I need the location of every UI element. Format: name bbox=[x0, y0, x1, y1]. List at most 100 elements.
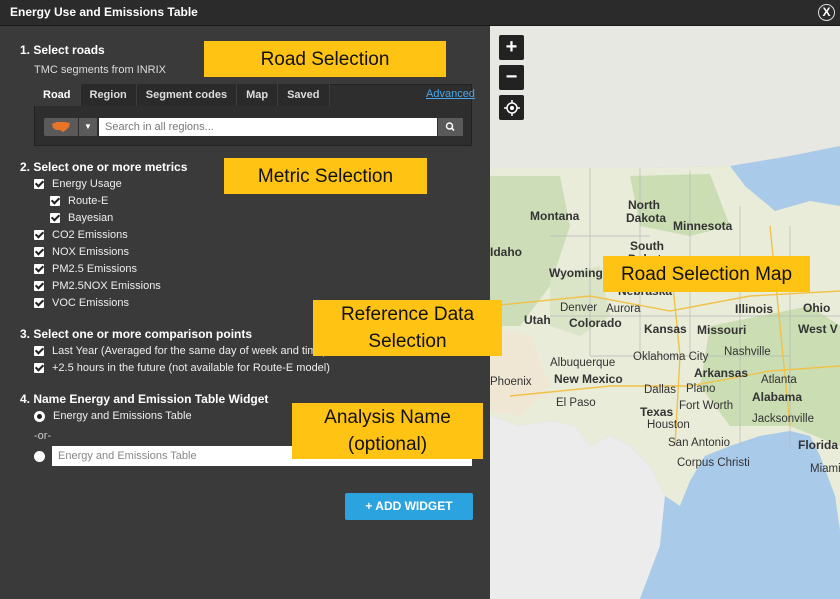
comparison-future[interactable]: +2.5 hours in the future (not available … bbox=[34, 362, 330, 374]
metric-pm25[interactable]: PM2.5 Emissions bbox=[34, 263, 137, 275]
window-titlebar: Energy Use and Emissions Table X bbox=[0, 0, 840, 26]
metric-label: Bayesian bbox=[68, 212, 114, 224]
tab-segment-codes[interactable]: Segment codes bbox=[136, 84, 238, 106]
map-label-city: San Antonio bbox=[668, 437, 731, 449]
road-selection-map[interactable]: + − Montana North Dakota Minnesota South… bbox=[490, 26, 840, 599]
zoom-in-button[interactable]: + bbox=[499, 35, 524, 60]
map-label-state: Illinois bbox=[735, 302, 774, 316]
map-label-state: Dakota bbox=[626, 211, 667, 225]
map-label-state: South bbox=[630, 239, 664, 253]
checkbox[interactable] bbox=[50, 196, 60, 206]
radio-button[interactable] bbox=[34, 410, 45, 422]
name-default-option[interactable]: Energy and Emissions Table bbox=[34, 410, 192, 422]
map-label-city: Dallas bbox=[644, 384, 676, 396]
tab-region[interactable]: Region bbox=[80, 84, 137, 106]
map-label-state: Wyoming bbox=[549, 266, 603, 280]
checkbox[interactable] bbox=[34, 298, 44, 308]
name-default-label: Energy and Emissions Table bbox=[53, 410, 192, 422]
checkbox[interactable] bbox=[34, 363, 44, 373]
map-label-city: Denver bbox=[560, 302, 598, 314]
metric-label: Energy Usage bbox=[52, 178, 122, 190]
window-title: Energy Use and Emissions Table bbox=[10, 5, 198, 19]
comparison-heading: 3. Select one or more comparison points bbox=[20, 327, 253, 341]
metric-nox[interactable]: NOX Emissions bbox=[34, 246, 129, 258]
locate-button[interactable] bbox=[499, 95, 524, 120]
map-label-city: El Paso bbox=[556, 397, 596, 409]
tmc-source-label: TMC segments from INRIX bbox=[34, 64, 167, 76]
map-label-state: Montana bbox=[530, 209, 580, 223]
search-icon bbox=[445, 122, 455, 132]
map-label-city: Jacksonville bbox=[752, 413, 814, 425]
map-label-city: Fort Worth bbox=[679, 400, 734, 412]
map-label-city: Aurora bbox=[606, 303, 641, 315]
map-label-state: Texas bbox=[640, 405, 674, 419]
metric-label: Route-E bbox=[68, 195, 109, 207]
advanced-link[interactable]: Advanced bbox=[426, 88, 475, 100]
map-label-city: Nashville bbox=[724, 346, 771, 358]
metric-voc[interactable]: VOC Emissions bbox=[34, 297, 129, 309]
metric-label: VOC Emissions bbox=[52, 297, 130, 309]
metric-energy-usage[interactable]: Energy Usage bbox=[34, 178, 122, 190]
map-label-state: Florida bbox=[798, 438, 839, 452]
checkbox[interactable] bbox=[34, 346, 44, 356]
metric-bayesian[interactable]: Bayesian bbox=[50, 212, 113, 224]
map-label-state: Minnesota bbox=[673, 219, 733, 233]
checkbox[interactable] bbox=[34, 247, 44, 257]
zoom-out-button[interactable]: − bbox=[499, 65, 524, 90]
comparison-label: Last Year (Averaged for the same day of … bbox=[52, 345, 327, 357]
metric-co2[interactable]: CO2 Emissions bbox=[34, 229, 128, 241]
map-label-state: Kansas bbox=[644, 322, 687, 336]
us-map-icon bbox=[52, 122, 70, 132]
metric-label: PM2.5NOX Emissions bbox=[52, 280, 161, 292]
map-label-state: Utah bbox=[524, 313, 551, 327]
map-label-state: New Mexico bbox=[554, 372, 623, 386]
callout-analysis-line2: (optional) bbox=[347, 434, 428, 455]
region-flag-button[interactable] bbox=[44, 118, 78, 136]
comparison-last-year[interactable]: Last Year (Averaged for the same day of … bbox=[34, 345, 326, 357]
map-label-city: Albuquerque bbox=[550, 357, 616, 369]
callout-analysis-line1: Analysis Name bbox=[324, 407, 451, 428]
metric-label: NOX Emissions bbox=[52, 246, 130, 258]
map-label-state: North bbox=[628, 198, 660, 212]
tab-road[interactable]: Road bbox=[34, 84, 81, 106]
callout-metric-selection: Metric Selection bbox=[224, 158, 427, 194]
select-metrics-heading: 2. Select one or more metrics bbox=[20, 160, 188, 174]
checkbox[interactable] bbox=[34, 281, 44, 291]
map-label-city: Corpus Christi bbox=[677, 457, 750, 469]
map-label-state: Arkansas bbox=[694, 366, 749, 380]
close-icon[interactable]: X bbox=[818, 4, 835, 21]
tab-saved[interactable]: Saved bbox=[278, 84, 330, 106]
crosshair-icon bbox=[503, 100, 520, 116]
tab-map[interactable]: Map bbox=[237, 84, 279, 106]
callout-road-selection-map: Road Selection Map bbox=[603, 256, 810, 292]
select-roads-heading: 1. Select roads bbox=[20, 43, 105, 57]
road-search-input[interactable] bbox=[99, 118, 437, 136]
widget-name-heading: 4. Name Energy and Emission Table Widget bbox=[20, 392, 269, 406]
checkbox[interactable] bbox=[34, 264, 44, 274]
add-widget-button[interactable]: + ADD WIDGET bbox=[345, 493, 473, 520]
checkbox[interactable] bbox=[50, 213, 60, 223]
metric-label: PM2.5 Emissions bbox=[52, 263, 137, 275]
metric-pm25nox[interactable]: PM2.5NOX Emissions bbox=[34, 280, 161, 292]
map-label-city: Oklahoma City bbox=[633, 351, 709, 363]
checkbox[interactable] bbox=[34, 179, 44, 189]
search-button[interactable] bbox=[438, 118, 463, 136]
comparison-label: +2.5 hours in the future (not available … bbox=[52, 362, 330, 374]
map-label-state: Idaho bbox=[490, 245, 522, 259]
map-label-state: West V bbox=[798, 322, 838, 336]
map-label-state: Alabama bbox=[752, 390, 803, 404]
road-tabs: Road Region Segment codes Map Saved bbox=[34, 84, 330, 106]
radio-button[interactable] bbox=[34, 451, 45, 462]
map-label-state: Ohio bbox=[803, 301, 831, 315]
map-label-city: Miami bbox=[810, 463, 840, 475]
map-label-city: Atlanta bbox=[761, 374, 797, 386]
metric-route-e[interactable]: Route-E bbox=[50, 195, 108, 207]
map-label-city: Plano bbox=[686, 383, 716, 395]
map-label-city: Phoenix bbox=[490, 376, 532, 388]
callout-analysis-name: Analysis Name (optional) bbox=[292, 403, 483, 459]
name-custom-option[interactable] bbox=[34, 451, 53, 462]
chevron-down-icon[interactable]: ▼ bbox=[79, 118, 97, 136]
checkbox[interactable] bbox=[34, 230, 44, 240]
callout-reference-data: Reference Data Selection bbox=[313, 300, 502, 356]
callout-reference-line1: Reference Data bbox=[340, 304, 475, 325]
